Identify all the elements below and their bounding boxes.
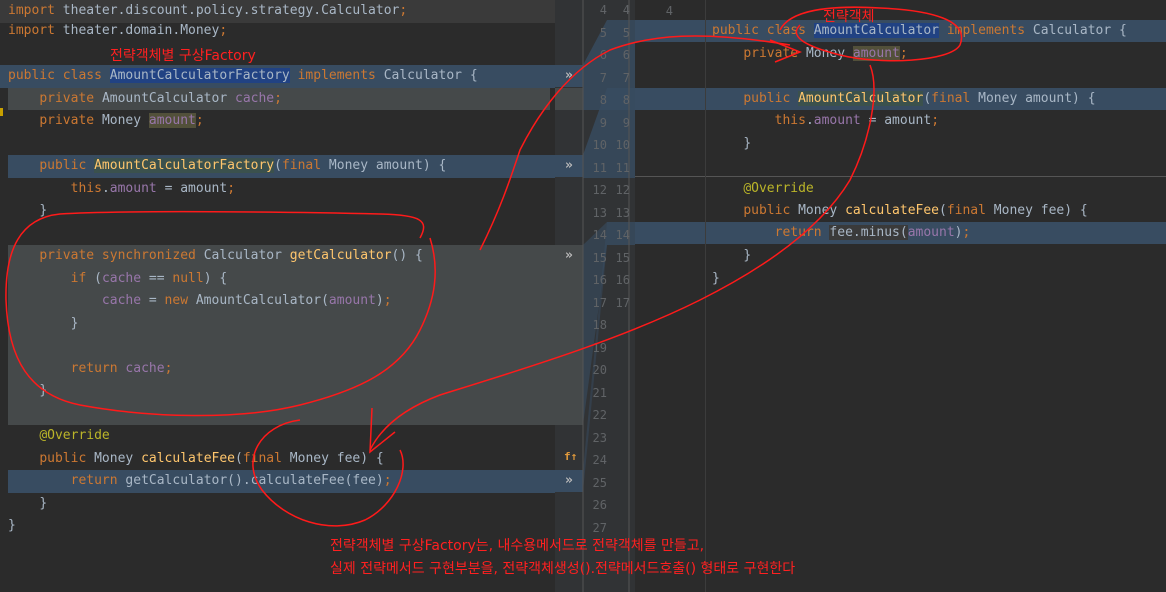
line-number: 27: [592, 520, 607, 535]
code-line[interactable]: public Money calculateFee(final Money fe…: [635, 200, 1166, 223]
line-number: 26: [592, 498, 607, 512]
code-line[interactable]: public class AmountCalculatorFactory imp…: [0, 65, 555, 88]
line-number: 21: [592, 385, 607, 400]
strategy-annotation: 전략객체: [823, 9, 875, 25]
code-line[interactable]: return getCalculator().calculateFee(fee)…: [0, 470, 555, 493]
line-number: 11: [615, 160, 630, 175]
diff-gutter: 4 5 6 7 8 9 10 11 12 13 14 15 16 17 18 19 20 21 22 23 24 25 26…: [555, 0, 635, 592]
line-number: 6: [622, 48, 630, 62]
line-number: 18: [592, 318, 607, 332]
line-number: 13: [615, 205, 630, 220]
change-marker: [0, 108, 3, 116]
code-line[interactable]: @Override: [0, 425, 555, 448]
apply-change-icon[interactable]: »: [565, 68, 573, 83]
summary-annotation-2: 실제 전략메서드 구현부분을, 전략객체생성().전략메서드호출() 형태로 구…: [330, 561, 796, 577]
line-number: 15: [615, 250, 630, 265]
right-editor-pane[interactable]: 4 public class AmountCalculator implemen…: [635, 0, 1166, 592]
code-line[interactable]: cache = new AmountCalculator(amount);: [0, 290, 555, 313]
line-number: 20: [592, 363, 607, 377]
factory-annotation: 전략객체별 구상Factory: [110, 48, 256, 64]
line-number: 16: [615, 273, 630, 287]
summary-annotation-1: 전략객체별 구상Factory는, 내수용메서드로 전략객체를 만들고,: [330, 538, 705, 554]
line-number: 4: [622, 3, 630, 17]
code-line[interactable]: return cache;: [0, 358, 555, 381]
code-line[interactable]: }: [635, 245, 1166, 268]
line-number: 19: [592, 340, 607, 355]
code-line[interactable]: public Money calculateFee(final Money fe…: [0, 448, 555, 471]
code-line[interactable]: import theater.domain.Money;: [0, 20, 555, 43]
line-number: 24: [592, 453, 607, 467]
apply-change-icon[interactable]: »: [565, 248, 573, 263]
code-line[interactable]: return fee.minus(amount);: [635, 222, 1166, 245]
code-line[interactable]: public AmountCalculatorFactory(final Mon…: [0, 155, 555, 178]
line-number: 9: [622, 115, 630, 130]
line-number: 23: [592, 430, 607, 445]
code-line[interactable]: }: [0, 313, 555, 336]
code-line[interactable]: private Money amount;: [635, 43, 1166, 66]
code-line[interactable]: }: [0, 380, 555, 403]
override-method-icon[interactable]: f↑: [564, 450, 577, 463]
code-line[interactable]: private AmountCalculator cache;: [0, 88, 555, 111]
line-number: 5: [622, 25, 630, 40]
line-number: 8: [622, 93, 630, 107]
apply-change-icon[interactable]: »: [565, 473, 573, 488]
code-line[interactable]: }: [635, 268, 1166, 291]
line-number: 10: [615, 138, 630, 152]
code-line[interactable]: private synchronized Calculator getCalcu…: [0, 245, 555, 268]
code-line[interactable]: @Override: [635, 178, 1166, 201]
code-line[interactable]: }: [0, 200, 555, 223]
line-number: 22: [592, 408, 607, 422]
code-line[interactable]: public AmountCalculator(final Money amou…: [635, 88, 1166, 111]
code-line[interactable]: }: [635, 133, 1166, 156]
code-line[interactable]: this.amount = amount;: [635, 110, 1166, 133]
apply-change-icon[interactable]: »: [565, 158, 573, 173]
code-line[interactable]: }: [0, 493, 555, 516]
left-editor-pane[interactable]: import theater.discount.policy.strategy.…: [0, 0, 555, 592]
code-line[interactable]: if (cache == null) {: [0, 268, 555, 291]
code-line[interactable]: this.amount = amount;: [0, 178, 555, 201]
line-number: 12: [615, 183, 630, 197]
code-line[interactable]: private Money amount;: [0, 110, 555, 133]
divider: [635, 176, 1166, 177]
code-line[interactable]: public class AmountCalculator implements…: [635, 20, 1166, 43]
line-number: 14: [615, 228, 630, 242]
line-number: 7: [622, 70, 630, 85]
line-number: 25: [592, 475, 607, 490]
line-number: 17: [615, 295, 630, 310]
